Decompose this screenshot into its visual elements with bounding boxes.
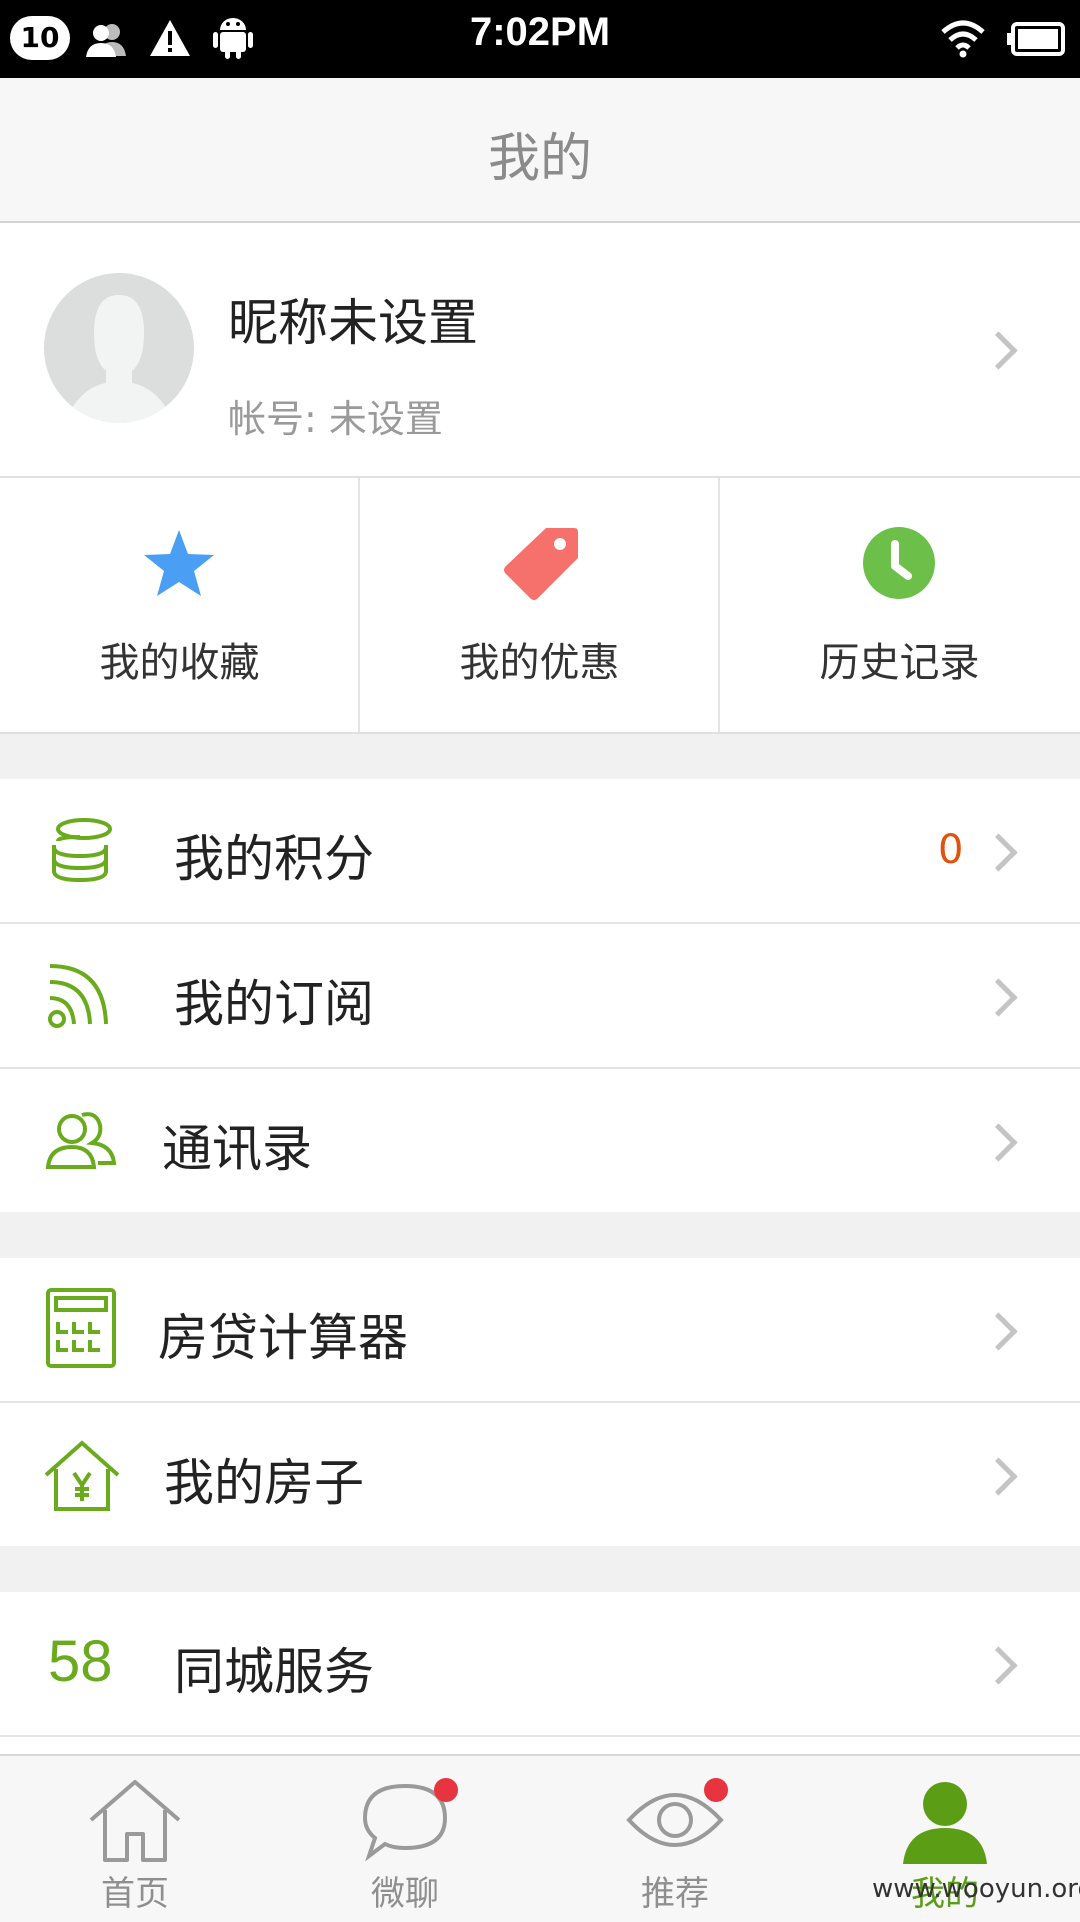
rss-icon bbox=[48, 964, 108, 1028]
page-title: 我的 bbox=[487, 129, 592, 189]
tab-label: 微聊 bbox=[371, 1874, 439, 1914]
chevron-right-icon bbox=[979, 1123, 1018, 1162]
account-text: 帐号: 未设置 bbox=[228, 397, 443, 441]
nickname: 昵称未设置 bbox=[228, 294, 478, 352]
tab-label: 首页 bbox=[101, 1874, 169, 1914]
menu-item-mortgage-calculator[interactable]: 房贷计算器 bbox=[0, 1258, 1080, 1401]
menu-item-contacts[interactable]: 通讯录 bbox=[0, 1069, 1080, 1212]
menu-item-my-house[interactable]: 我的房子 bbox=[0, 1403, 1080, 1546]
shortcut-label: 我的收藏 bbox=[99, 640, 260, 686]
chevron-right-icon bbox=[979, 331, 1018, 370]
shortcut-grid: 我的收藏 我的优惠 历史记录 bbox=[0, 478, 1080, 734]
shortcut-favorites[interactable]: 我的收藏 bbox=[0, 478, 359, 732]
menu-item-label: 我的房子 bbox=[164, 1454, 364, 1512]
menu-item-label: 我的积分 bbox=[174, 830, 374, 888]
contacts-icon bbox=[45, 1112, 117, 1169]
star-icon bbox=[144, 530, 214, 596]
shortcut-history[interactable]: 历史记录 bbox=[720, 478, 1079, 732]
menu-item-label: 同城服务 bbox=[174, 1643, 374, 1701]
menu-item-label: 房贷计算器 bbox=[158, 1309, 408, 1367]
brand-58-icon: 58 bbox=[48, 1629, 113, 1694]
menu-item-label: 我的订阅 bbox=[174, 975, 374, 1033]
wifi-icon bbox=[941, 20, 985, 58]
profile-card[interactable]: 昵称未设置 帐号: 未设置 bbox=[0, 223, 1080, 478]
chevron-right-icon bbox=[979, 1457, 1018, 1496]
status-bar: 10 7:02PM bbox=[0, 0, 1080, 78]
menu-item-label: 通讯录 bbox=[162, 1120, 312, 1178]
tab-recommend[interactable]: 推荐 bbox=[540, 1756, 810, 1922]
chevron-right-icon bbox=[979, 1312, 1018, 1351]
menu-item-city-services[interactable]: 58 同城服务 bbox=[0, 1592, 1080, 1735]
home-icon bbox=[89, 1780, 181, 1862]
unread-dot bbox=[434, 1778, 458, 1802]
menu-item-points[interactable]: 我的积分 0 bbox=[0, 779, 1080, 922]
person-icon bbox=[903, 1782, 987, 1864]
avatar[interactable] bbox=[44, 273, 194, 423]
tab-label: 推荐 bbox=[641, 1874, 709, 1914]
calculator-icon bbox=[46, 1288, 116, 1368]
house-yen-icon bbox=[44, 1440, 120, 1511]
title-bar: 我的 bbox=[0, 78, 1080, 223]
clock-icon bbox=[863, 527, 935, 599]
default-avatar-icon bbox=[64, 295, 174, 423]
chevron-right-icon bbox=[979, 1646, 1018, 1685]
chevron-right-icon bbox=[979, 978, 1018, 1017]
shortcut-label: 我的优惠 bbox=[459, 640, 620, 686]
status-time: 7:02PM bbox=[469, 10, 611, 54]
points-value: 0 bbox=[938, 827, 964, 873]
list-tail bbox=[0, 1737, 1080, 1754]
unread-dot bbox=[704, 1778, 728, 1802]
tag-icon bbox=[504, 528, 578, 600]
shortcut-label: 历史记录 bbox=[819, 640, 980, 686]
coins-icon bbox=[52, 818, 112, 883]
tab-home[interactable]: 首页 bbox=[0, 1756, 270, 1922]
shortcut-coupons[interactable]: 我的优惠 bbox=[360, 478, 719, 732]
tab-chat[interactable]: 微聊 bbox=[270, 1756, 540, 1922]
watermark: www.wooyun.org bbox=[872, 1874, 1080, 1904]
menu-item-subscription[interactable]: 我的订阅 bbox=[0, 924, 1080, 1067]
chevron-right-icon bbox=[979, 833, 1018, 872]
battery-icon bbox=[1007, 22, 1065, 56]
